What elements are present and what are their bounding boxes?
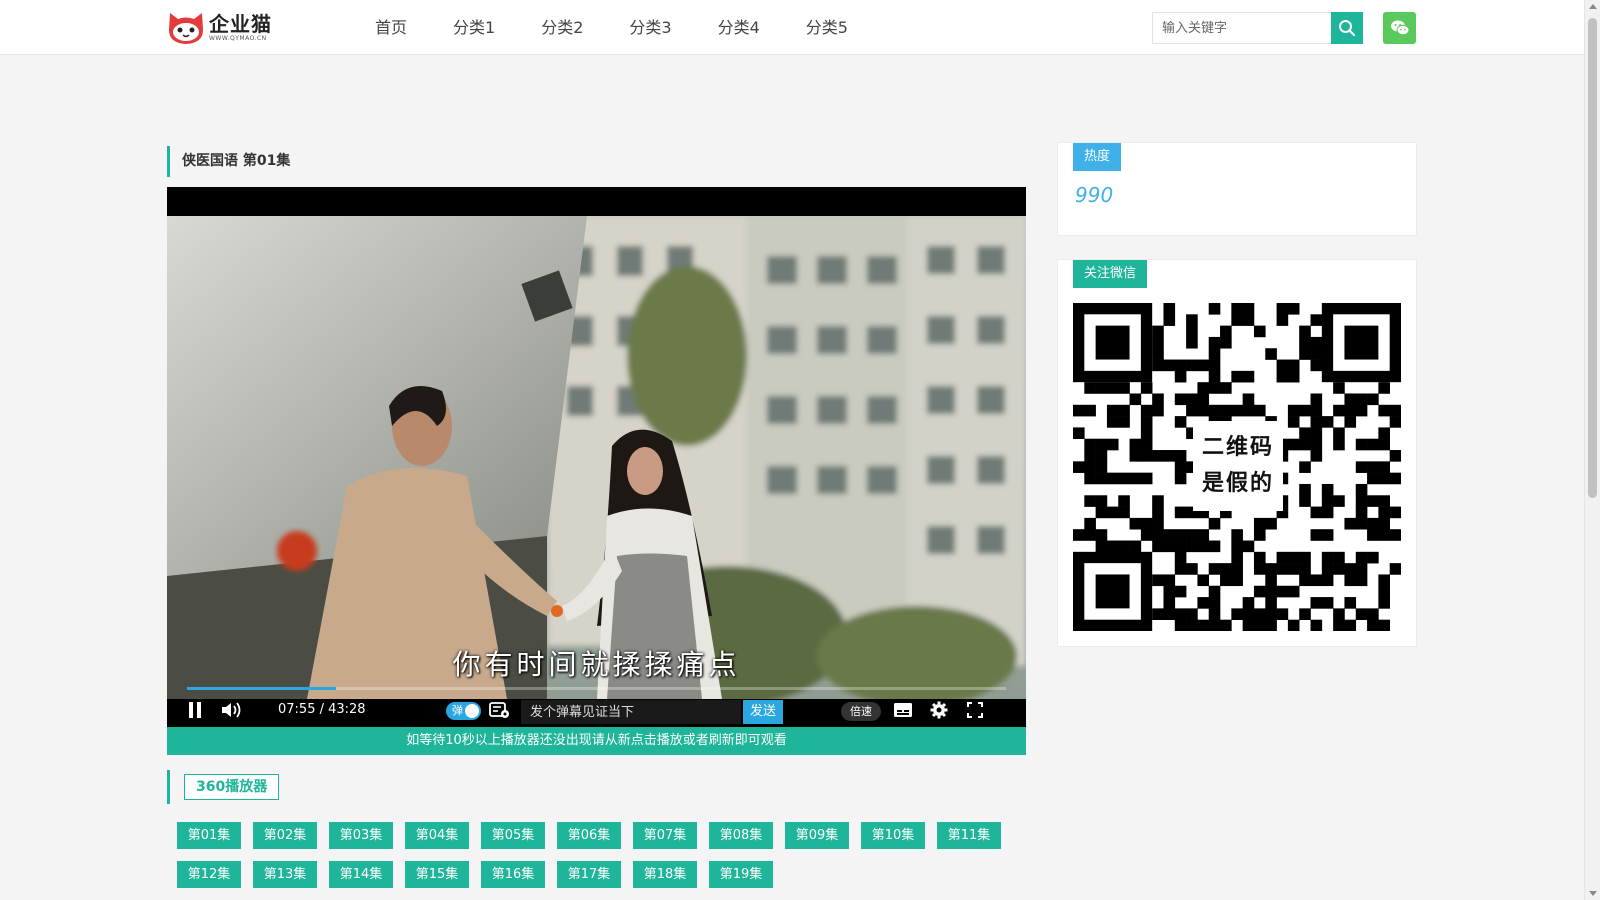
video-subtitle: 你有时间就揉揉痛点 — [452, 648, 741, 681]
nav-item-category-4[interactable]: 分类4 — [696, 0, 782, 55]
episode-button[interactable]: 第19集 — [709, 861, 773, 888]
danmu-input[interactable] — [521, 700, 741, 724]
episode-list: 第01集 第02集 第03集 第04集 第05集 第06集 第07集 第08集 第09集 第10集… — [177, 822, 1017, 900]
search-box — [1152, 12, 1363, 44]
episode-button[interactable]: 第14集 — [329, 861, 393, 888]
scroll-up-arrow-icon[interactable] — [1589, 4, 1597, 9]
nav-item-category-2[interactable]: 分类2 — [519, 0, 605, 55]
episode-button[interactable]: 第13集 — [253, 861, 317, 888]
episode-button[interactable]: 第06集 — [557, 822, 621, 849]
progress-bar[interactable] — [187, 687, 1006, 690]
search-input[interactable] — [1153, 13, 1331, 43]
danmu-settings-button[interactable] — [487, 692, 513, 727]
episode-button[interactable]: 第18集 — [633, 861, 697, 888]
episode-button[interactable]: 第01集 — [177, 822, 241, 849]
episode-button[interactable]: 第08集 — [709, 822, 773, 849]
logo-subtitle: WWW.QYMAO.CN — [209, 35, 267, 42]
playback-speed-button[interactable]: 倍速 — [841, 702, 881, 721]
pause-button[interactable] — [181, 692, 209, 727]
qr-text-line-2: 是假的 — [1201, 471, 1274, 496]
nav-item-category-5[interactable]: 分类5 — [784, 0, 870, 55]
wechat-follow-card: 关注微信 二维码 是假的 — [1057, 259, 1417, 647]
danmu-settings-icon — [489, 701, 509, 718]
subtitle-button[interactable] — [889, 692, 917, 727]
episode-button[interactable]: 第15集 — [405, 861, 469, 888]
wechat-icon — [1390, 20, 1409, 36]
episode-button[interactable]: 第09集 — [785, 822, 849, 849]
danmu-toggle[interactable]: 弹 — [446, 702, 481, 720]
volume-button[interactable] — [217, 692, 247, 727]
popularity-label: 热度 — [1073, 143, 1122, 171]
episode-button[interactable]: 第02集 — [253, 822, 317, 849]
scroll-down-arrow-icon[interactable] — [1589, 891, 1597, 896]
episode-button[interactable]: 第07集 — [633, 822, 697, 849]
search-icon — [1339, 20, 1356, 37]
site-logo[interactable]: 企业猫 WWW.QYMAO.CN — [167, 9, 277, 47]
nav-item-category-3[interactable]: 分类3 — [607, 0, 693, 55]
cat-logo-icon — [169, 13, 203, 44]
qr-text-line-1: 二维码 — [1201, 435, 1274, 460]
video-scene-image — [167, 216, 1026, 699]
player-notice: 如等待10秒以上播放器还没出现请从新点击播放或者刷新即可观看 — [167, 727, 1026, 755]
episode-button[interactable]: 第17集 — [557, 861, 621, 888]
gear-icon — [930, 701, 948, 718]
fullscreen-button[interactable] — [961, 692, 989, 727]
subtitle-icon — [894, 702, 912, 717]
fullscreen-icon — [967, 701, 983, 718]
episode-button[interactable]: 第11集 — [937, 822, 1001, 849]
main-nav: 首页 分类1 分类2 分类3 分类4 分类5 — [353, 0, 872, 55]
video-player[interactable]: 你有时间就揉揉痛点 07:55 / 43:28 弹 发个弹幕见证当下 发送 倍速 — [167, 187, 1026, 727]
nav-item-category-1[interactable]: 分类1 — [431, 0, 517, 55]
source-selector: 360播放器 — [167, 770, 280, 804]
page-title: 侠医国语 第01集 — [167, 146, 290, 177]
episode-button[interactable]: 第10集 — [861, 822, 925, 849]
scroll-thumb[interactable] — [1588, 18, 1597, 498]
nav-item-home[interactable]: 首页 — [353, 0, 429, 55]
episode-button[interactable]: 第16集 — [481, 861, 545, 888]
video-frame[interactable] — [167, 216, 1026, 699]
popularity-card: 热度 990 — [1057, 142, 1417, 236]
progress-bar-fill — [187, 687, 337, 690]
search-button[interactable] — [1331, 12, 1363, 44]
wechat-follow-label: 关注微信 — [1073, 260, 1148, 288]
source-tab-360[interactable]: 360播放器 — [184, 774, 280, 800]
volume-icon — [222, 701, 241, 718]
episode-button[interactable]: 第05集 — [481, 822, 545, 849]
pause-icon — [189, 701, 201, 718]
wechat-button[interactable] — [1383, 12, 1416, 44]
popularity-value: 990 — [1075, 183, 1114, 207]
episode-button[interactable]: 第04集 — [405, 822, 469, 849]
player-controls: 07:55 / 43:28 弹 发送 倍速 — [167, 692, 1026, 727]
page-scrollbar[interactable] — [1584, 0, 1600, 900]
site-header: 企业猫 WWW.QYMAO.CN 首页 分类1 分类2 分类3 分类4 分类5 — [0, 0, 1584, 55]
danmu-toggle-label: 弹 — [452, 704, 463, 717]
danmu-send-button[interactable]: 发送 — [743, 700, 783, 724]
episode-button[interactable]: 第03集 — [329, 822, 393, 849]
settings-button[interactable] — [925, 692, 953, 727]
wechat-qr-code: 二维码 是假的 — [1073, 303, 1402, 632]
playback-time: 07:55 / 43:28 — [278, 702, 366, 717]
logo-name: 企业猫 — [209, 12, 272, 36]
qr-overlay-label: 二维码 是假的 — [1193, 421, 1283, 511]
danmu-toggle-knob — [465, 704, 479, 718]
episode-button[interactable]: 第12集 — [177, 861, 241, 888]
